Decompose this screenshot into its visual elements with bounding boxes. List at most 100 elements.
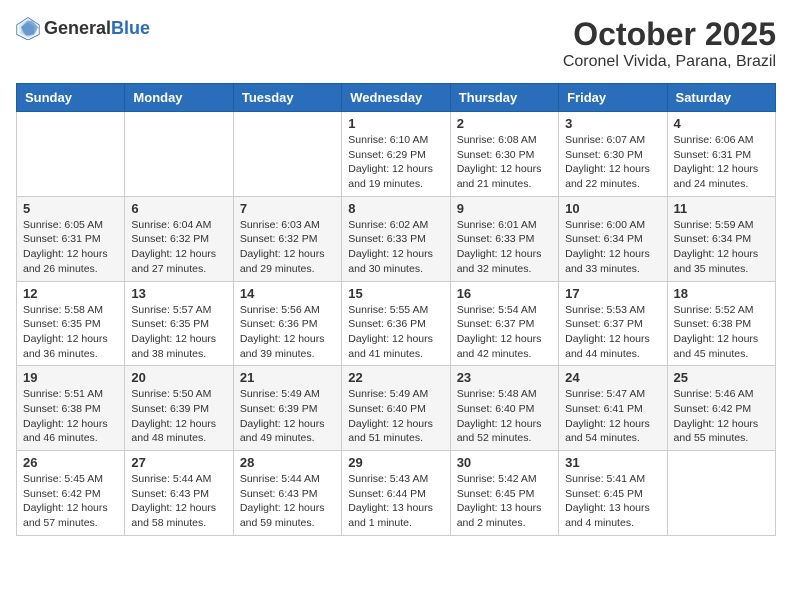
day-info: Sunrise: 5:45 AM Sunset: 6:42 PM Dayligh… <box>23 472 118 531</box>
calendar-cell: 13Sunrise: 5:57 AM Sunset: 6:35 PM Dayli… <box>125 281 233 366</box>
day-number: 3 <box>565 116 660 131</box>
day-number: 24 <box>565 370 660 385</box>
weekday-header: Monday <box>125 84 233 112</box>
day-number: 1 <box>348 116 443 131</box>
calendar-header-row: SundayMondayTuesdayWednesdayThursdayFrid… <box>17 84 776 112</box>
day-info: Sunrise: 6:08 AM Sunset: 6:30 PM Dayligh… <box>457 133 552 192</box>
weekday-header: Friday <box>559 84 667 112</box>
calendar-cell: 2Sunrise: 6:08 AM Sunset: 6:30 PM Daylig… <box>450 112 558 197</box>
day-info: Sunrise: 5:58 AM Sunset: 6:35 PM Dayligh… <box>23 303 118 362</box>
calendar-week-row: 26 Sunrise: 5:45 AM Sunset: 6:42 PM Dayli… <box>17 451 776 536</box>
day-number: 10 <box>565 201 660 216</box>
title-area: October 2025 Coronel Vivida, Parana, Bra… <box>563 16 776 71</box>
day-number: 5 <box>23 201 118 216</box>
day-number: 4 <box>674 116 769 131</box>
weekday-header: Thursday <box>450 84 558 112</box>
calendar-cell: 23Sunrise: 5:48 AM Sunset: 6:40 PM Dayli… <box>450 366 558 451</box>
calendar-cell <box>125 112 233 197</box>
logo-general: General <box>44 18 111 38</box>
location-subtitle: Coronel Vivida, Parana, Brazil <box>563 53 776 71</box>
calendar-cell: 26 Sunrise: 5:45 AM Sunset: 6:42 PM Dayli… <box>17 451 125 536</box>
day-info: Sunrise: 5:51 AM Sunset: 6:38 PM Dayligh… <box>23 387 118 446</box>
calendar-cell: 18 Sunrise: 5:52 AM Sunset: 6:38 PM Dayli… <box>667 281 775 366</box>
day-number: 9 <box>457 201 552 216</box>
day-info: Sunrise: 6:06 AM Sunset: 6:31 PM Dayligh… <box>674 133 769 192</box>
day-info: Sunrise: 6:05 AM Sunset: 6:31 PM Dayligh… <box>23 218 118 277</box>
calendar-cell: 24 Sunrise: 5:47 AM Sunset: 6:41 PM Dayli… <box>559 366 667 451</box>
day-number: 31 <box>565 455 660 470</box>
calendar-week-row: 1 Sunrise: 6:10 AM Sunset: 6:29 PM Daylig… <box>17 112 776 197</box>
calendar-cell: 6 Sunrise: 6:04 AM Sunset: 6:32 PM Daylig… <box>125 196 233 281</box>
day-number: 26 <box>23 455 118 470</box>
calendar-cell: 20Sunrise: 5:50 AM Sunset: 6:39 PM Dayli… <box>125 366 233 451</box>
day-info: Sunrise: 5:43 AM Sunset: 6:44 PM Dayligh… <box>348 472 443 531</box>
day-number: 6 <box>131 201 226 216</box>
logo-icon <box>16 16 40 40</box>
month-title: October 2025 <box>563 16 776 53</box>
calendar-cell: 29 Sunrise: 5:43 AM Sunset: 6:44 PM Dayli… <box>342 451 450 536</box>
calendar-cell: 14Sunrise: 5:56 AM Sunset: 6:36 PM Dayli… <box>233 281 341 366</box>
day-info: Sunrise: 5:52 AM Sunset: 6:38 PM Dayligh… <box>674 303 769 362</box>
weekday-header: Tuesday <box>233 84 341 112</box>
calendar-cell: 5 Sunrise: 6:05 AM Sunset: 6:31 PM Daylig… <box>17 196 125 281</box>
day-info: Sunrise: 5:44 AM Sunset: 6:43 PM Dayligh… <box>131 472 226 531</box>
day-info: Sunrise: 6:01 AM Sunset: 6:33 PM Dayligh… <box>457 218 552 277</box>
day-info: Sunrise: 5:59 AM Sunset: 6:34 PM Dayligh… <box>674 218 769 277</box>
day-number: 20 <box>131 370 226 385</box>
day-number: 18 <box>674 286 769 301</box>
calendar-week-row: 19 Sunrise: 5:51 AM Sunset: 6:38 PM Dayli… <box>17 366 776 451</box>
calendar-cell: 25 Sunrise: 5:46 AM Sunset: 6:42 PM Dayli… <box>667 366 775 451</box>
calendar-table: SundayMondayTuesdayWednesdayThursdayFrid… <box>16 83 776 536</box>
day-number: 16 <box>457 286 552 301</box>
day-number: 29 <box>348 455 443 470</box>
day-number: 19 <box>23 370 118 385</box>
day-info: Sunrise: 5:49 AM Sunset: 6:40 PM Dayligh… <box>348 387 443 446</box>
calendar-cell: 21 Sunrise: 5:49 AM Sunset: 6:39 PM Dayli… <box>233 366 341 451</box>
day-info: Sunrise: 5:42 AM Sunset: 6:45 PM Dayligh… <box>457 472 552 531</box>
day-info: Sunrise: 5:49 AM Sunset: 6:39 PM Dayligh… <box>240 387 335 446</box>
logo: GeneralBlue <box>16 16 150 40</box>
calendar-cell: 9 Sunrise: 6:01 AM Sunset: 6:33 PM Daylig… <box>450 196 558 281</box>
day-number: 30 <box>457 455 552 470</box>
calendar-week-row: 12Sunrise: 5:58 AM Sunset: 6:35 PM Dayli… <box>17 281 776 366</box>
day-number: 15 <box>348 286 443 301</box>
day-number: 7 <box>240 201 335 216</box>
day-number: 21 <box>240 370 335 385</box>
day-info: Sunrise: 6:04 AM Sunset: 6:32 PM Dayligh… <box>131 218 226 277</box>
calendar-cell: 15 Sunrise: 5:55 AM Sunset: 6:36 PM Dayli… <box>342 281 450 366</box>
day-info: Sunrise: 5:55 AM Sunset: 6:36 PM Dayligh… <box>348 303 443 362</box>
day-info: Sunrise: 5:41 AM Sunset: 6:45 PM Dayligh… <box>565 472 660 531</box>
calendar-cell: 16 Sunrise: 5:54 AM Sunset: 6:37 PM Dayli… <box>450 281 558 366</box>
day-info: Sunrise: 5:46 AM Sunset: 6:42 PM Dayligh… <box>674 387 769 446</box>
calendar-cell: 7 Sunrise: 6:03 AM Sunset: 6:32 PM Daylig… <box>233 196 341 281</box>
day-info: Sunrise: 6:02 AM Sunset: 6:33 PM Dayligh… <box>348 218 443 277</box>
day-info: Sunrise: 5:48 AM Sunset: 6:40 PM Dayligh… <box>457 387 552 446</box>
day-number: 11 <box>674 201 769 216</box>
logo-text: GeneralBlue <box>44 18 150 39</box>
calendar-cell: 11 Sunrise: 5:59 AM Sunset: 6:34 PM Dayli… <box>667 196 775 281</box>
day-info: Sunrise: 5:47 AM Sunset: 6:41 PM Dayligh… <box>565 387 660 446</box>
day-info: Sunrise: 6:03 AM Sunset: 6:32 PM Dayligh… <box>240 218 335 277</box>
day-number: 17 <box>565 286 660 301</box>
day-number: 28 <box>240 455 335 470</box>
day-info: Sunrise: 5:56 AM Sunset: 6:36 PM Dayligh… <box>240 303 335 362</box>
day-number: 27 <box>131 455 226 470</box>
day-number: 25 <box>674 370 769 385</box>
day-info: Sunrise: 6:10 AM Sunset: 6:29 PM Dayligh… <box>348 133 443 192</box>
day-number: 8 <box>348 201 443 216</box>
calendar-cell: 22 Sunrise: 5:49 AM Sunset: 6:40 PM Dayli… <box>342 366 450 451</box>
weekday-header: Wednesday <box>342 84 450 112</box>
day-info: Sunrise: 6:00 AM Sunset: 6:34 PM Dayligh… <box>565 218 660 277</box>
calendar-cell: 12Sunrise: 5:58 AM Sunset: 6:35 PM Dayli… <box>17 281 125 366</box>
day-info: Sunrise: 5:54 AM Sunset: 6:37 PM Dayligh… <box>457 303 552 362</box>
day-info: Sunrise: 5:57 AM Sunset: 6:35 PM Dayligh… <box>131 303 226 362</box>
calendar-cell <box>667 451 775 536</box>
page-header: GeneralBlue October 2025 Coronel Vivida,… <box>16 16 776 71</box>
logo-blue: Blue <box>111 18 150 38</box>
calendar-cell: 4 Sunrise: 6:06 AM Sunset: 6:31 PM Daylig… <box>667 112 775 197</box>
calendar-cell: 3Sunrise: 6:07 AM Sunset: 6:30 PM Daylig… <box>559 112 667 197</box>
day-number: 22 <box>348 370 443 385</box>
calendar-cell: 28Sunrise: 5:44 AM Sunset: 6:43 PM Dayli… <box>233 451 341 536</box>
calendar-cell: 17Sunrise: 5:53 AM Sunset: 6:37 PM Dayli… <box>559 281 667 366</box>
weekday-header: Sunday <box>17 84 125 112</box>
